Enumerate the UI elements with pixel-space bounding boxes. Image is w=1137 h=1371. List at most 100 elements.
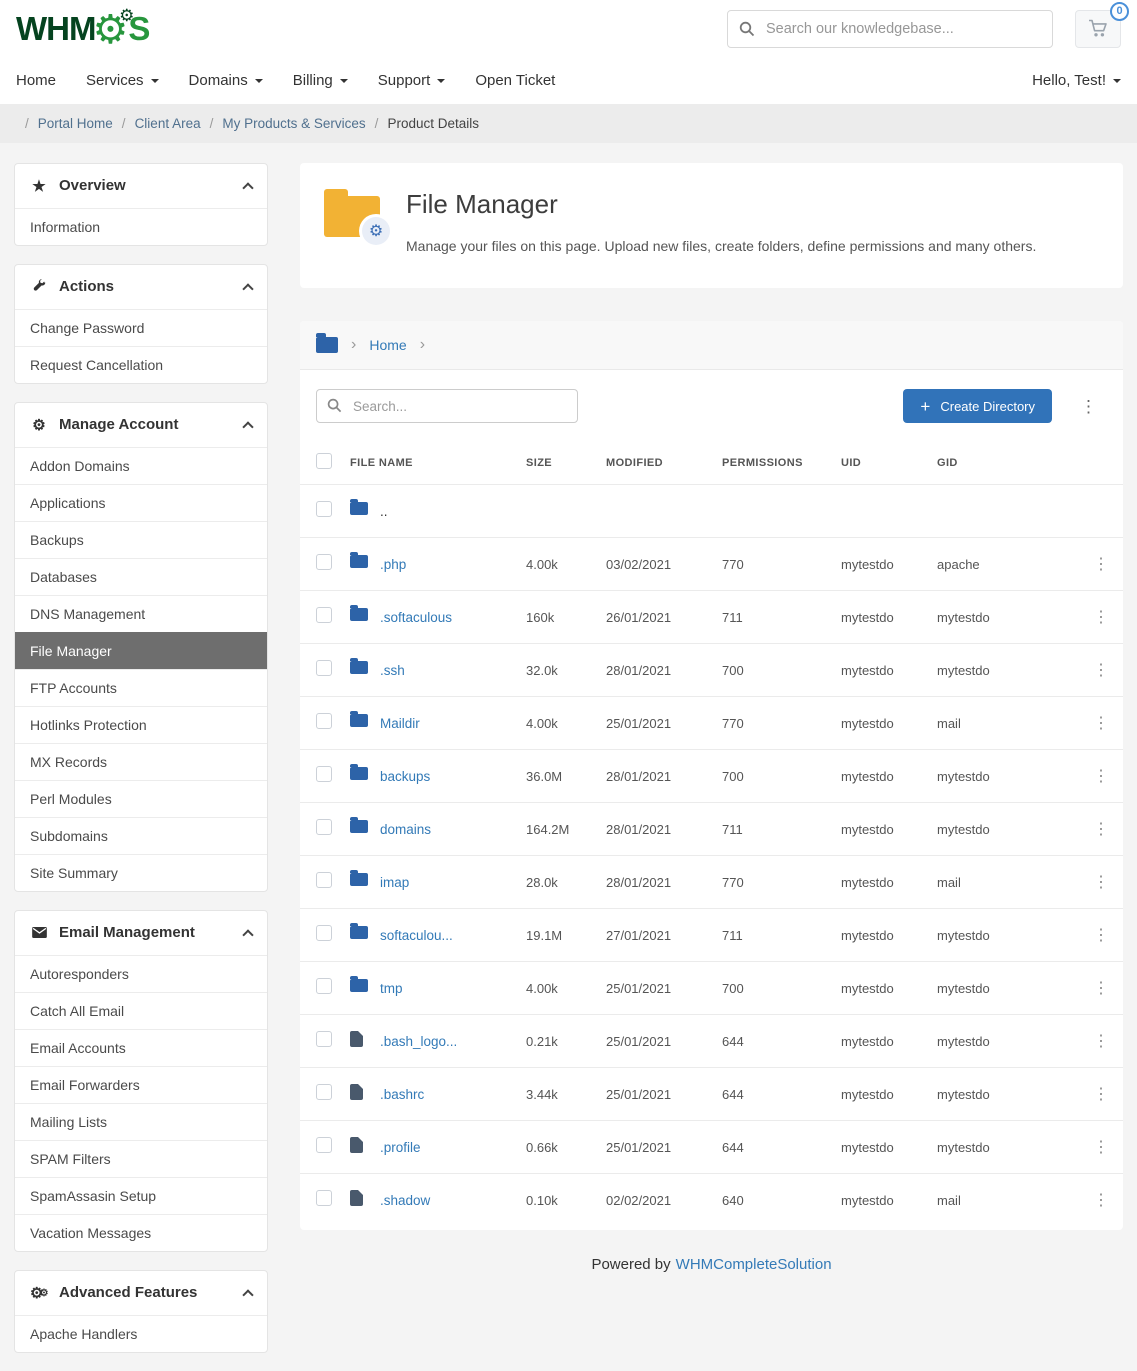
nav-item[interactable]: Home (16, 72, 56, 89)
file-name-link[interactable]: .ssh (380, 663, 526, 678)
sidebar-item[interactable]: Perl Modules (15, 780, 267, 817)
file-permissions: 770 (722, 557, 841, 572)
sidebar-item[interactable]: Autoresponders (15, 955, 267, 992)
row-checkbox[interactable] (316, 554, 332, 570)
file-modified: 27/01/2021 (606, 928, 722, 943)
sidebar-item[interactable]: Change Password (15, 309, 267, 346)
row-actions-menu-icon[interactable]: ⋮ (1085, 815, 1117, 843)
sidebar-item[interactable]: Databases (15, 558, 267, 595)
row-checkbox[interactable] (316, 607, 332, 623)
row-actions-menu-icon[interactable]: ⋮ (1085, 1133, 1117, 1161)
row-checkbox[interactable] (316, 1031, 332, 1047)
breadcrumb-item[interactable]: My Products & Services (201, 116, 366, 131)
row-checkbox[interactable] (316, 925, 332, 941)
sidebar-item[interactable]: Email Forwarders (15, 1066, 267, 1103)
row-checkbox[interactable] (316, 1084, 332, 1100)
file-name-link[interactable]: backups (380, 769, 526, 784)
row-checkbox[interactable] (316, 713, 332, 729)
sidebar-item[interactable]: File Manager (15, 632, 267, 669)
path-home-link[interactable]: Home (369, 337, 406, 353)
file-name-link[interactable]: .php (380, 557, 526, 572)
nav-item[interactable]: Billing (293, 72, 348, 89)
sidebar-item[interactable]: Email Accounts (15, 1029, 267, 1066)
file-name-link[interactable]: .bash_logo... (380, 1034, 526, 1049)
row-actions-menu-icon[interactable]: ⋮ (1085, 709, 1117, 737)
file-name-link[interactable]: .softaculous (380, 610, 526, 625)
panel-header-actions[interactable]: Actions (15, 265, 267, 309)
sidebar-item[interactable]: Site Summary (15, 854, 267, 891)
root-folder-icon[interactable] (316, 337, 338, 353)
breadcrumb-item[interactable]: Client Area (113, 116, 201, 131)
row-actions-menu-icon[interactable]: ⋮ (1085, 656, 1117, 684)
column-header-modified[interactable]: MODIFIED (606, 457, 722, 469)
sidebar-item[interactable]: Apache Handlers (15, 1315, 267, 1352)
file-name-link[interactable]: imap (380, 875, 526, 890)
file-search-input[interactable] (316, 389, 578, 423)
whmcompletesolution-link[interactable]: WHMCompleteSolution (676, 1256, 832, 1273)
file-name-link[interactable]: tmp (380, 981, 526, 996)
row-checkbox[interactable] (316, 501, 332, 517)
column-header-uid[interactable]: UID (841, 457, 937, 469)
file-name-link[interactable]: .shadow (380, 1193, 526, 1208)
row-checkbox[interactable] (316, 872, 332, 888)
panel-header-advanced-features[interactable]: ⚙⚙ Advanced Features (15, 1271, 267, 1315)
nav-item[interactable]: Services (86, 72, 159, 89)
panel-header-manage-account[interactable]: ⚙ Manage Account (15, 403, 267, 447)
nav-item[interactable]: Support (378, 72, 446, 89)
row-actions-menu-icon[interactable]: ⋮ (1085, 921, 1117, 949)
file-name-link[interactable]: softaculou... (380, 928, 526, 943)
row-actions-menu-icon[interactable]: ⋮ (1085, 974, 1117, 1002)
row-checkbox[interactable] (316, 1137, 332, 1153)
row-checkbox[interactable] (316, 660, 332, 676)
file-name-link[interactable]: .bashrc (380, 1087, 526, 1102)
nav-item[interactable]: Open Ticket (475, 72, 555, 89)
breadcrumb-item[interactable]: Product Details (366, 116, 479, 131)
sidebar-item[interactable]: MX Records (15, 743, 267, 780)
sidebar-item[interactable]: Mailing Lists (15, 1103, 267, 1140)
row-actions-menu-icon[interactable]: ⋮ (1085, 1186, 1117, 1214)
select-all-checkbox[interactable] (316, 453, 332, 469)
row-actions-menu-icon[interactable]: ⋮ (1085, 603, 1117, 631)
breadcrumb-item[interactable]: Portal Home (16, 116, 113, 131)
row-actions-menu-icon[interactable]: ⋮ (1085, 868, 1117, 896)
row-checkbox[interactable] (316, 766, 332, 782)
file-name-link[interactable]: Maildir (380, 716, 526, 731)
file-name-link[interactable]: .profile (380, 1140, 526, 1155)
sidebar-item[interactable]: Information (15, 208, 267, 245)
file-type-icon (350, 873, 368, 886)
create-directory-button[interactable]: + Create Directory (903, 389, 1052, 423)
row-checkbox[interactable] (316, 978, 332, 994)
row-actions-menu-icon[interactable]: ⋮ (1085, 762, 1117, 790)
sidebar-item[interactable]: Subdomains (15, 817, 267, 854)
sidebar-item[interactable]: Catch All Email (15, 992, 267, 1029)
column-header-permissions[interactable]: PERMISSIONS (722, 457, 841, 469)
whmcs-logo[interactable]: WHM ⚙ S (16, 9, 149, 49)
file-name-link[interactable]: domains (380, 822, 526, 837)
sidebar-item[interactable]: DNS Management (15, 595, 267, 632)
toolbar-kebab-menu-icon[interactable]: ⋮ (1070, 394, 1107, 419)
account-menu[interactable]: Hello, Test! (1032, 72, 1121, 89)
row-checkbox[interactable] (316, 819, 332, 835)
file-name-link[interactable]: .. (380, 504, 526, 519)
sidebar-item[interactable]: Request Cancellation (15, 346, 267, 383)
nav-item[interactable]: Domains (189, 72, 263, 89)
column-header-gid[interactable]: GID (937, 457, 1079, 469)
row-actions-menu-icon[interactable]: ⋮ (1085, 1080, 1117, 1108)
sidebar-item[interactable]: Applications (15, 484, 267, 521)
row-actions-menu-icon[interactable]: ⋮ (1085, 550, 1117, 578)
sidebar-item[interactable]: SpamAssasin Setup (15, 1177, 267, 1214)
sidebar-item[interactable]: Addon Domains (15, 447, 267, 484)
panel-title: Manage Account (59, 416, 178, 434)
panel-header-overview[interactable]: ★ Overview (15, 164, 267, 208)
sidebar-item[interactable]: SPAM Filters (15, 1140, 267, 1177)
column-header-size[interactable]: SIZE (526, 457, 606, 469)
column-header-file-name[interactable]: FILE NAME (350, 457, 526, 469)
panel-header-email-management[interactable]: Email Management (15, 911, 267, 955)
sidebar-item[interactable]: Vacation Messages (15, 1214, 267, 1251)
sidebar-item[interactable]: FTP Accounts (15, 669, 267, 706)
knowledgebase-search-input[interactable] (727, 10, 1053, 48)
row-actions-menu-icon[interactable]: ⋮ (1085, 1027, 1117, 1055)
row-checkbox[interactable] (316, 1190, 332, 1206)
sidebar-item[interactable]: Hotlinks Protection (15, 706, 267, 743)
sidebar-item[interactable]: Backups (15, 521, 267, 558)
